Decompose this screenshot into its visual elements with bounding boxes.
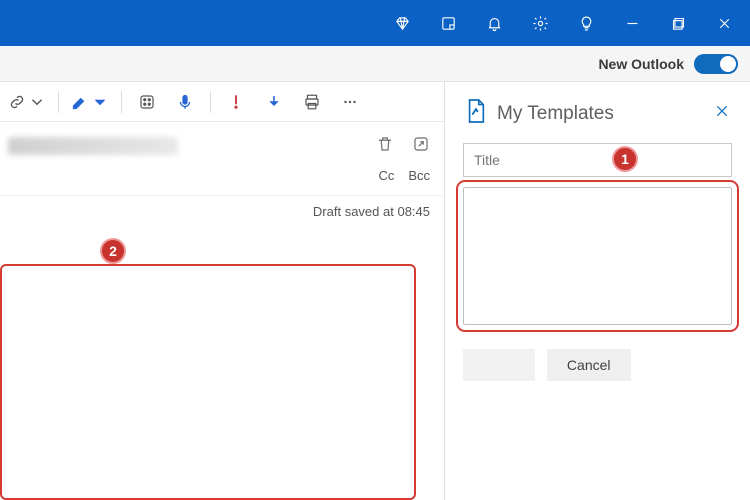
importance-button[interactable]: [219, 85, 253, 119]
compose-toolbar: [0, 82, 444, 122]
panel-title: My Templates: [497, 103, 614, 125]
recipient-blurred: [8, 137, 178, 155]
message-header: Cc Bcc: [0, 122, 444, 196]
sub-bar: New Outlook: [0, 46, 750, 82]
cancel-button[interactable]: Cancel: [547, 349, 631, 381]
lightbulb-icon[interactable]: [564, 0, 608, 46]
dictate-button[interactable]: [168, 85, 202, 119]
minimize-icon[interactable]: [610, 0, 654, 46]
compose-body[interactable]: [0, 264, 416, 500]
toolbar-divider: [58, 91, 59, 113]
premium-icon[interactable]: [380, 0, 424, 46]
templates-doc-icon: [465, 98, 487, 129]
panel-close-icon[interactable]: [714, 103, 730, 124]
callout-marker-1: 1: [612, 146, 638, 172]
compose-pane: Cc Bcc Draft saved at 08:45 2: [0, 82, 444, 500]
toolbar-divider: [210, 91, 211, 113]
signature-button[interactable]: [67, 85, 113, 119]
more-button[interactable]: [333, 85, 367, 119]
template-title-input[interactable]: [463, 143, 732, 177]
print-button[interactable]: [295, 85, 329, 119]
new-outlook-toggle[interactable]: [694, 54, 738, 74]
download-button[interactable]: [257, 85, 291, 119]
close-icon[interactable]: [702, 0, 746, 46]
draft-status: Draft saved at 08:45: [0, 196, 444, 225]
maximize-icon[interactable]: [656, 0, 700, 46]
popout-icon[interactable]: [412, 135, 430, 158]
toolbar-divider: [121, 91, 122, 113]
callout-marker-2: 2: [100, 238, 126, 264]
link-button[interactable]: [4, 85, 50, 119]
template-body-input[interactable]: [463, 187, 732, 325]
templates-panel: My Templates 1 Save Cancel: [444, 82, 750, 500]
gear-icon[interactable]: [518, 0, 562, 46]
cc-button[interactable]: Cc: [378, 168, 394, 183]
new-outlook-label: New Outlook: [598, 56, 684, 72]
bell-icon[interactable]: [472, 0, 516, 46]
discard-icon[interactable]: [376, 135, 394, 158]
save-button[interactable]: Save: [463, 349, 535, 381]
note-icon[interactable]: [426, 0, 470, 46]
apps-button[interactable]: [130, 85, 164, 119]
bcc-button[interactable]: Bcc: [408, 168, 430, 183]
title-bar: [0, 0, 750, 46]
